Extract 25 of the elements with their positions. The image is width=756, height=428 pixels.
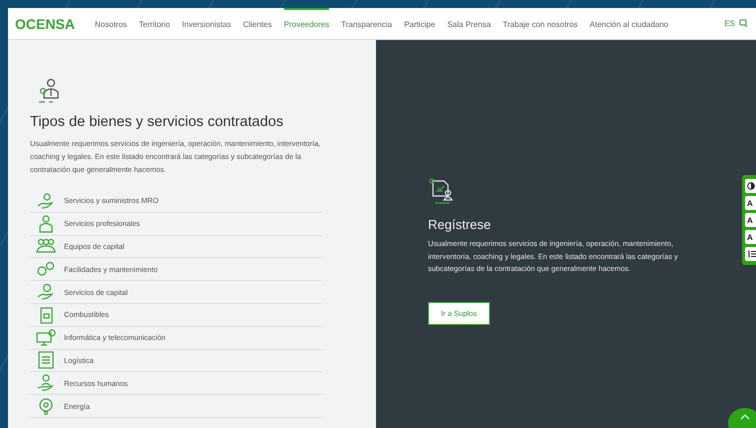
- nav-link[interactable]: Sala Prensa: [447, 8, 491, 39]
- checklist-icon: [36, 351, 56, 370]
- line-spacing-icon: [747, 250, 756, 258]
- nav-link[interactable]: Trabaje con nosotros: [502, 8, 578, 39]
- chevron-up-icon: [740, 414, 750, 420]
- section-title: Tipos de bienes y servicios contratados: [30, 114, 284, 130]
- monitor-icon: [36, 328, 56, 347]
- contrast-button[interactable]: [745, 179, 756, 193]
- nav-link[interactable]: Atención al ciudadano: [590, 8, 668, 39]
- nav-link[interactable]: Nosotros: [94, 8, 127, 39]
- nav-link[interactable]: Clientes: [242, 8, 272, 39]
- document-person-icon: [428, 178, 456, 204]
- search-icon[interactable]: [739, 19, 748, 28]
- line-spacing-button[interactable]: [745, 247, 756, 261]
- register-title: Regístrese: [428, 217, 492, 232]
- contrast-icon: [747, 182, 755, 190]
- nav-link[interactable]: Territorio: [138, 8, 170, 39]
- text-size-button[interactable]: A: [745, 213, 756, 227]
- text-size-button[interactable]: A: [745, 230, 756, 244]
- group-icon: [36, 237, 56, 256]
- nav-link[interactable]: Participe: [404, 8, 436, 39]
- text-size-button[interactable]: A: [745, 196, 756, 210]
- nav-link[interactable]: Transparencia: [341, 8, 392, 39]
- hand-person-icon: [36, 374, 56, 392]
- nav-link[interactable]: Inversionistas: [182, 8, 231, 39]
